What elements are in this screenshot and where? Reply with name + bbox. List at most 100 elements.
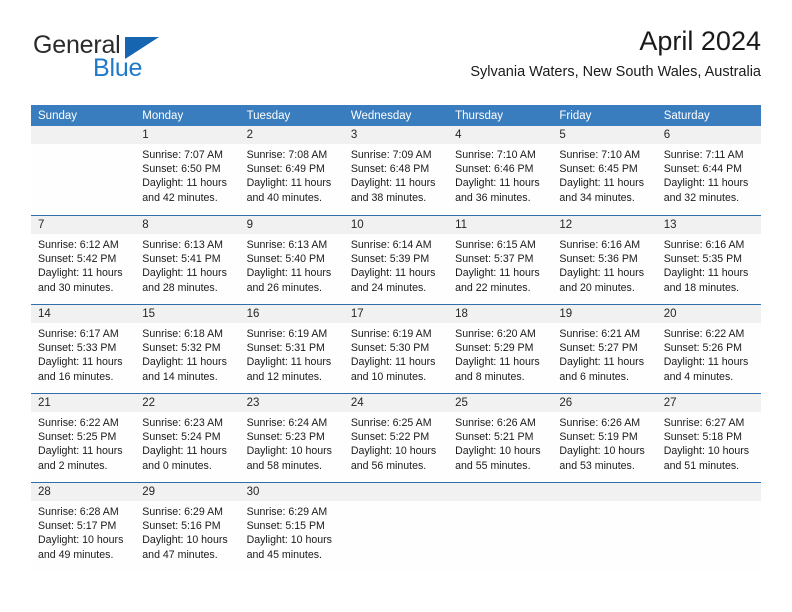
- day-number-band: 10: [343, 216, 449, 234]
- day-number-band: 3: [343, 126, 449, 144]
- day-detail-line: Sunset: 5:30 PM: [350, 342, 430, 355]
- day-number-band: 30: [239, 483, 344, 501]
- day-cell[interactable]: 23 Sunrise: 6:24 AM Sunset: 5:23 PM Dayligh…: [239, 394, 344, 482]
- day-detail-line: and 2 minutes.: [38, 459, 108, 472]
- calendar-week-row: 1 Sunrise: 7:07 AM Sunset: 6:50 PM Daylight…: [31, 126, 761, 215]
- day-detail: Sunrise: 6:16 AM Sunset: 5:35 PM Daylight:…: [657, 234, 761, 295]
- day-detail-line: Sunset: 5:33 PM: [38, 342, 117, 355]
- day-cell[interactable]: 14 Sunrise: 6:17 AM Sunset: 5:33 PM Dayligh…: [31, 305, 136, 393]
- calendar-weeks: 1 Sunrise: 7:07 AM Sunset: 6:50 PM Daylight…: [31, 126, 761, 571]
- day-detail-line: and 51 minutes.: [663, 459, 740, 472]
- day-detail-line: Sunset: 5:24 PM: [142, 431, 221, 444]
- day-cell-empty: [31, 126, 136, 215]
- day-cell[interactable]: 6 Sunrise: 7:11 AM Sunset: 6:44 PM Daylight…: [656, 126, 761, 215]
- day-detail-line: and 6 minutes.: [559, 370, 629, 383]
- day-number: 29: [142, 486, 156, 498]
- day-detail-line: and 30 minutes.: [38, 281, 114, 294]
- day-cell[interactable]: 5 Sunrise: 7:10 AM Sunset: 6:45 PM Daylight…: [552, 126, 657, 215]
- day-detail-line: Sunrise: 6:25 AM: [350, 417, 432, 429]
- day-detail-line: Sunset: 5:18 PM: [663, 431, 743, 444]
- day-detail: Sunrise: 6:20 AM Sunset: 5:29 PM Daylight:…: [448, 323, 552, 384]
- day-cell[interactable]: 26 Sunrise: 6:26 AM Sunset: 5:19 PM Dayligh…: [552, 394, 657, 482]
- day-detail-line: and 56 minutes.: [350, 459, 427, 472]
- day-detail-line: and 12 minutes.: [246, 370, 322, 383]
- day-cell[interactable]: 10 Sunrise: 6:14 AM Sunset: 5:39 PM Dayligh…: [343, 216, 449, 304]
- day-detail-line: Sunrise: 6:26 AM: [455, 417, 536, 429]
- day-detail-line: Daylight: 11 hours: [38, 267, 123, 280]
- day-detail-line: Sunrise: 7:08 AM: [246, 149, 328, 161]
- day-number: 8: [142, 219, 149, 231]
- calendar-page: General Blue April 2024 Sylvania Waters,…: [0, 0, 792, 612]
- day-number: 1: [142, 129, 149, 141]
- day-cell[interactable]: 25 Sunrise: 6:26 AM Sunset: 5:21 PM Dayligh…: [448, 394, 553, 482]
- calendar-week-row: 21 Sunrise: 6:22 AM Sunset: 5:25 PM Dayligh…: [31, 393, 761, 482]
- day-cell[interactable]: 7 Sunrise: 6:12 AM Sunset: 5:42 PM Daylight…: [31, 216, 136, 304]
- day-cell[interactable]: 19 Sunrise: 6:21 AM Sunset: 5:27 PM Dayligh…: [552, 305, 657, 393]
- day-detail-line: Sunrise: 6:29 AM: [142, 506, 223, 518]
- day-detail-line: and 34 minutes.: [559, 191, 635, 204]
- general-blue-logo[interactable]: General Blue: [31, 26, 211, 88]
- day-detail-line: Daylight: 11 hours: [142, 445, 227, 458]
- day-detail-line: Sunset: 5:42 PM: [38, 253, 117, 266]
- day-detail-line: Sunset: 5:26 PM: [663, 342, 743, 355]
- day-number: 28: [38, 486, 51, 498]
- day-detail: Sunrise: 7:09 AM Sunset: 6:48 PM Daylight:…: [344, 144, 448, 205]
- day-cell[interactable]: 1 Sunrise: 7:07 AM Sunset: 6:50 PM Daylight…: [135, 126, 240, 215]
- calendar-week-row: 14 Sunrise: 6:17 AM Sunset: 5:33 PM Dayligh…: [31, 304, 761, 393]
- day-cell[interactable]: 24 Sunrise: 6:25 AM Sunset: 5:22 PM Dayligh…: [343, 394, 449, 482]
- weekday-header-row: Sunday Monday Tuesday Wednesday Thursday Frid…: [31, 105, 761, 126]
- day-number-band: 15: [135, 305, 240, 323]
- day-cell[interactable]: 22 Sunrise: 6:23 AM Sunset: 5:24 PM Dayligh…: [135, 394, 240, 482]
- day-cell[interactable]: 12 Sunrise: 6:16 AM Sunset: 5:36 PM Dayligh…: [552, 216, 657, 304]
- day-cell-empty: [343, 483, 449, 571]
- day-detail-line: Sunrise: 6:22 AM: [663, 328, 745, 340]
- day-detail-line: Sunset: 5:25 PM: [38, 431, 117, 444]
- day-number-band: 28: [31, 483, 136, 501]
- weekday-header-sunday: Sunday: [38, 109, 78, 122]
- day-cell[interactable]: 4 Sunrise: 7:10 AM Sunset: 6:46 PM Daylight…: [448, 126, 553, 215]
- day-detail-line: and 14 minutes.: [142, 370, 218, 383]
- day-detail-line: Sunset: 6:49 PM: [246, 163, 325, 176]
- day-cell[interactable]: 30 Sunrise: 6:29 AM Sunset: 5:15 PM Dayligh…: [239, 483, 344, 571]
- day-cell[interactable]: 16 Sunrise: 6:19 AM Sunset: 5:31 PM Dayligh…: [239, 305, 344, 393]
- day-number: 26: [559, 397, 573, 409]
- day-detail-line: Daylight: 11 hours: [455, 356, 540, 369]
- calendar-grid: Sunday Monday Tuesday Wednesday Thursday Frid…: [31, 105, 761, 571]
- day-detail-line: Daylight: 11 hours: [246, 267, 332, 280]
- day-number-band: 6: [656, 126, 761, 144]
- day-detail: Sunrise: 6:18 AM Sunset: 5:32 PM Daylight:…: [135, 323, 239, 384]
- day-detail-line: Daylight: 11 hours: [142, 356, 227, 369]
- day-cell[interactable]: 27 Sunrise: 6:27 AM Sunset: 5:18 PM Dayligh…: [656, 394, 761, 482]
- day-cell[interactable]: 28 Sunrise: 6:28 AM Sunset: 5:17 PM Dayligh…: [31, 483, 136, 571]
- day-detail-line: and 40 minutes.: [246, 191, 322, 204]
- day-number: 20: [663, 308, 677, 320]
- day-detail-line: Daylight: 11 hours: [559, 356, 645, 369]
- day-number-band: 8: [135, 216, 240, 234]
- day-number-band: [656, 483, 761, 501]
- day-cell[interactable]: 9 Sunrise: 6:13 AM Sunset: 5:40 PM Daylight…: [239, 216, 344, 304]
- day-cell[interactable]: 29 Sunrise: 6:29 AM Sunset: 5:16 PM Dayligh…: [135, 483, 240, 571]
- day-cell[interactable]: 11 Sunrise: 6:15 AM Sunset: 5:37 PM Dayligh…: [448, 216, 553, 304]
- day-cell[interactable]: 3 Sunrise: 7:09 AM Sunset: 6:48 PM Daylight…: [343, 126, 449, 215]
- weekday-header-thursday: Thursday: [455, 109, 504, 122]
- day-detail-line: Sunrise: 7:09 AM: [350, 149, 432, 161]
- day-cell[interactable]: 21 Sunrise: 6:22 AM Sunset: 5:25 PM Dayligh…: [31, 394, 136, 482]
- day-number: 27: [663, 397, 677, 409]
- day-number: 12: [559, 219, 573, 231]
- day-number-band: 17: [343, 305, 449, 323]
- day-detail-line: Daylight: 10 hours: [559, 445, 645, 458]
- day-detail-line: Daylight: 11 hours: [559, 267, 645, 280]
- day-cell[interactable]: 15 Sunrise: 6:18 AM Sunset: 5:32 PM Dayligh…: [135, 305, 240, 393]
- day-detail-line: Sunrise: 6:23 AM: [142, 417, 223, 429]
- day-cell[interactable]: 13 Sunrise: 6:16 AM Sunset: 5:35 PM Dayligh…: [656, 216, 761, 304]
- day-cell-empty: [448, 483, 553, 571]
- day-cell[interactable]: 18 Sunrise: 6:20 AM Sunset: 5:29 PM Dayligh…: [448, 305, 553, 393]
- day-detail-line: and 0 minutes.: [142, 459, 212, 472]
- day-cell[interactable]: 8 Sunrise: 6:13 AM Sunset: 5:41 PM Daylight…: [135, 216, 240, 304]
- day-cell[interactable]: 20 Sunrise: 6:22 AM Sunset: 5:26 PM Dayligh…: [656, 305, 761, 393]
- day-number-band: 27: [656, 394, 761, 412]
- day-cell[interactable]: 2 Sunrise: 7:08 AM Sunset: 6:49 PM Daylight…: [239, 126, 344, 215]
- day-number: 17: [350, 308, 364, 320]
- day-cell[interactable]: 17 Sunrise: 6:19 AM Sunset: 5:30 PM Dayligh…: [343, 305, 449, 393]
- day-detail-line: Sunrise: 7:10 AM: [455, 149, 536, 161]
